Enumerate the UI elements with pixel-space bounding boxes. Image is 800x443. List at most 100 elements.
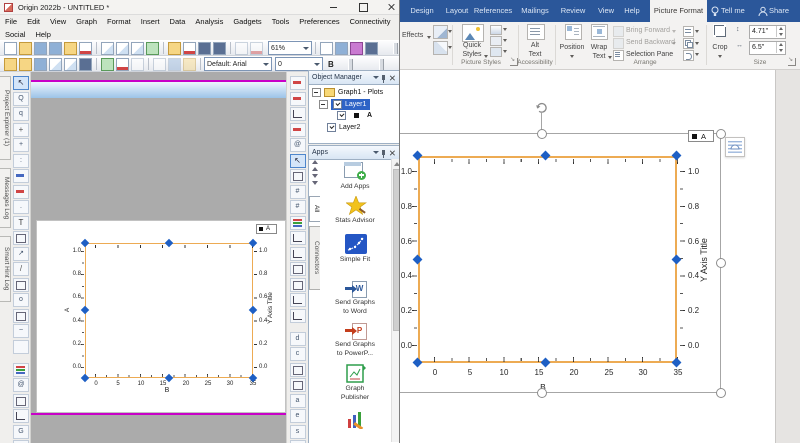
duplicate-window-icon[interactable] xyxy=(64,58,77,71)
expander-icon[interactable] xyxy=(319,100,328,109)
panel-pin-icon[interactable] xyxy=(382,150,385,155)
new-layer-icon[interactable] xyxy=(290,169,306,183)
new-folder-icon[interactable] xyxy=(64,42,77,55)
axis-corner-icon[interactable] xyxy=(290,293,306,307)
word-legend[interactable]: A xyxy=(688,130,714,142)
position-icon[interactable] xyxy=(565,24,582,40)
tab-view[interactable]: View xyxy=(592,0,620,22)
layer1-checkbox[interactable] xyxy=(333,100,342,109)
digitizer-icon[interactable] xyxy=(235,42,248,55)
scrollbar-thumb[interactable] xyxy=(393,169,400,331)
copy-icon[interactable] xyxy=(168,58,181,71)
apps-tab-all[interactable]: All xyxy=(309,196,320,222)
panel-menu-icon[interactable] xyxy=(373,151,379,154)
menu-edit[interactable]: Edit xyxy=(22,15,45,28)
group-objects-icon[interactable] xyxy=(683,38,694,49)
merge-graph-icon[interactable] xyxy=(34,58,47,71)
graph-publisher-icon[interactable] xyxy=(346,364,366,383)
picture-border-color-icon[interactable] xyxy=(490,25,502,35)
zoom-level-combo[interactable]: 61% xyxy=(268,41,312,55)
exchange-axes-icon[interactable] xyxy=(116,58,129,71)
scroll-down-icon[interactable] xyxy=(312,174,318,178)
new-graph-icon[interactable] xyxy=(79,42,92,55)
panel-menu-icon[interactable] xyxy=(373,76,379,79)
menu-data[interactable]: Data xyxy=(165,15,191,28)
column-plot-icon[interactable] xyxy=(290,123,306,137)
screen-reader-tool-icon[interactable]: + xyxy=(13,138,29,152)
apps-tab-scroll[interactable] xyxy=(309,160,321,190)
copy-format-icon[interactable]: c xyxy=(290,347,306,361)
panel-close-icon[interactable] xyxy=(389,149,395,155)
pointer-tool-icon[interactable] xyxy=(13,76,29,90)
tab-messages-log[interactable]: Messages Log xyxy=(0,168,11,228)
picture-effects-icon[interactable] xyxy=(490,36,502,46)
font-size-combo[interactable]: 0 xyxy=(275,57,323,71)
new-matrix-icon[interactable] xyxy=(116,42,129,55)
split-icon[interactable]: s xyxy=(290,425,306,439)
arrow-tool-icon[interactable]: ↗ xyxy=(13,247,29,261)
crop-button[interactable]: Crop xyxy=(705,44,735,51)
template-library-icon[interactable]: @ xyxy=(290,138,306,152)
axis-box-icon[interactable] xyxy=(290,262,306,276)
quick-styles-label1[interactable]: Quick xyxy=(452,42,492,49)
link-icon[interactable]: e xyxy=(290,409,306,423)
axes-tool-icon[interactable] xyxy=(13,409,29,423)
menu-file[interactable]: File xyxy=(0,15,22,28)
fit-page-icon[interactable] xyxy=(79,58,92,71)
freehand-tool-icon[interactable]: ~ xyxy=(13,324,29,338)
crop-icon[interactable] xyxy=(713,24,726,37)
cut-icon[interactable] xyxy=(153,58,166,71)
zoom-in-tool-icon[interactable]: Q xyxy=(13,92,29,106)
simple-fit-icon[interactable] xyxy=(345,234,367,254)
layer2-checkbox[interactable] xyxy=(327,123,336,132)
new-notes-icon[interactable] xyxy=(146,42,159,55)
width-spinner[interactable] xyxy=(776,42,785,53)
layout-tool-icon[interactable] xyxy=(13,394,29,408)
align-objects-icon[interactable] xyxy=(683,26,694,37)
zoom-pan-tool-icon[interactable] xyxy=(13,123,29,137)
new-function-plot-icon[interactable] xyxy=(131,42,144,55)
window-cascade-icon[interactable] xyxy=(290,363,306,377)
app-send-word-label1[interactable]: Send Graphs xyxy=(321,299,389,306)
axis-frame-icon[interactable] xyxy=(290,278,306,292)
font-name-combo[interactable]: Default: Arial xyxy=(204,57,272,71)
tree-node-layer2[interactable]: Layer2 xyxy=(327,123,360,132)
app-partial-icon[interactable] xyxy=(346,411,366,429)
tab-layout[interactable]: Layout xyxy=(441,0,473,22)
bold-button[interactable]: B xyxy=(328,60,334,69)
quick-styles-icon[interactable] xyxy=(462,24,484,42)
active-plot-tool-icon[interactable] xyxy=(290,154,306,168)
origin-plot-frame[interactable] xyxy=(85,243,253,378)
app-send-ppt-label2[interactable]: to PowerP... xyxy=(321,350,389,357)
height-spinner[interactable] xyxy=(776,26,785,37)
stats-advisor-icon[interactable] xyxy=(346,196,368,216)
menu-view[interactable]: View xyxy=(45,15,71,28)
slide-show-icon[interactable] xyxy=(350,42,363,55)
scroll-up-icon[interactable] xyxy=(312,167,318,171)
picture-border-icon[interactable] xyxy=(433,25,448,39)
print-icon[interactable] xyxy=(320,42,333,55)
spiral-tool-icon[interactable]: @ xyxy=(13,378,29,392)
rectangle-tool-icon[interactable] xyxy=(13,278,29,292)
y-axis-title-right[interactable]: Y Axis Title xyxy=(699,220,711,300)
insert-graph-tool-icon[interactable] xyxy=(13,340,29,354)
send-graphs-to-powerpoint-icon[interactable]: P xyxy=(345,323,367,339)
duplicate-format-icon[interactable]: d xyxy=(290,332,306,346)
apps-scrollbar[interactable] xyxy=(391,159,399,442)
layer-grid-icon[interactable]: # xyxy=(290,185,306,199)
panel-close-icon[interactable] xyxy=(389,74,395,80)
send-backward-button[interactable]: Send Backward xyxy=(626,39,675,46)
rotate-objects-icon[interactable] xyxy=(683,50,694,61)
axis-corner2-icon[interactable] xyxy=(290,309,306,323)
new-project-icon[interactable] xyxy=(4,42,17,55)
paste-icon[interactable] xyxy=(183,58,196,71)
word-plot-frame[interactable] xyxy=(418,156,677,363)
wrap-text-label1[interactable]: Wrap xyxy=(583,44,615,51)
arrange-layers-icon[interactable] xyxy=(49,58,62,71)
size-launcher-icon[interactable]: ↘ xyxy=(788,58,796,66)
add-layer-icon[interactable] xyxy=(4,58,17,71)
app-graph-publisher-label1[interactable]: Graph xyxy=(321,385,389,392)
app-stats-advisor-label[interactable]: Stats Advisor xyxy=(321,217,389,224)
line-tool-icon[interactable] xyxy=(13,262,29,276)
tab-help[interactable]: Help xyxy=(619,0,645,22)
